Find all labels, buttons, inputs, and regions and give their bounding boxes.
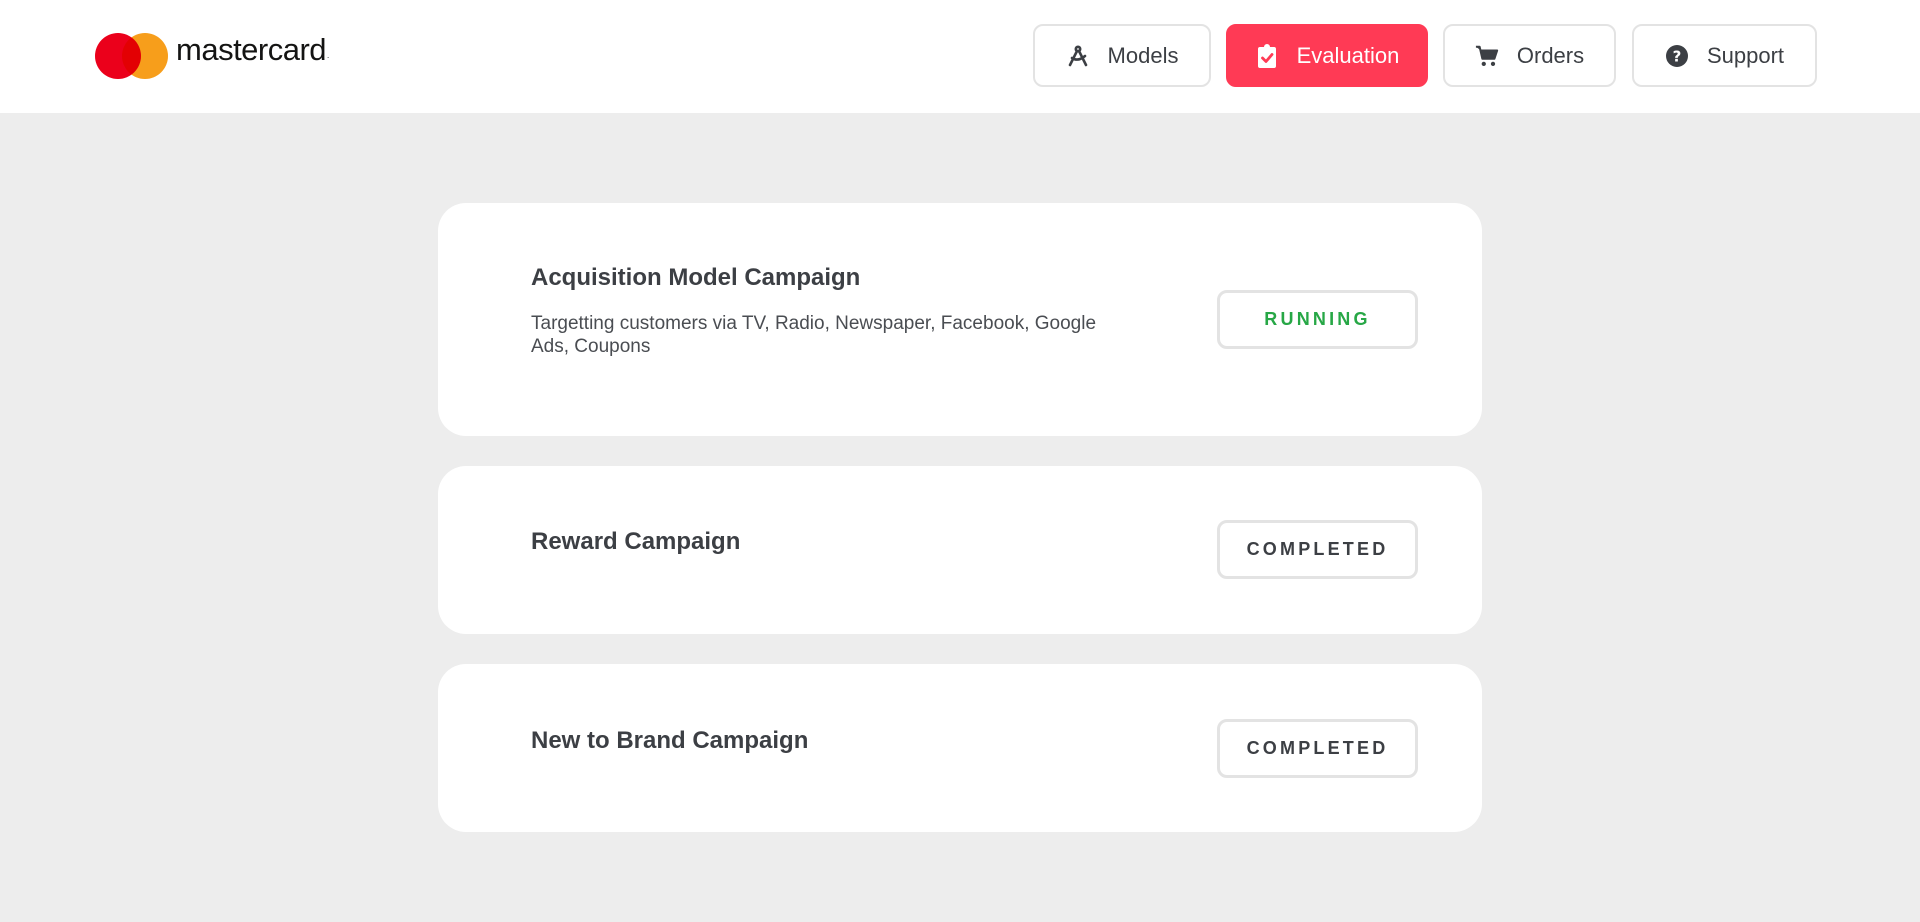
- mastercard-logo[interactable]: mastercard.: [95, 32, 329, 79]
- campaign-title: New to Brand Campaign: [531, 727, 809, 754]
- nav-orders-button[interactable]: Orders: [1443, 24, 1616, 87]
- nav-evaluation-label: Evaluation: [1296, 42, 1400, 68]
- status-badge-running[interactable]: RUNNING: [1217, 290, 1418, 349]
- clipboard-check-icon: [1255, 43, 1279, 68]
- nav-models-button[interactable]: Models: [1033, 24, 1211, 87]
- nav-support-button[interactable]: ? Support: [1632, 24, 1817, 87]
- campaign-card[interactable]: Acquisition Model Campaign Targetting cu…: [438, 203, 1482, 436]
- status-badge-completed[interactable]: COMPLETED: [1217, 719, 1418, 778]
- nav-models-label: Models: [1107, 42, 1179, 68]
- campaign-title: Reward Campaign: [531, 528, 741, 555]
- top-header: mastercard. Models Evaluation Orders ? S…: [0, 0, 1920, 113]
- drafting-compass-icon: [1066, 44, 1090, 68]
- nav-orders-label: Orders: [1516, 42, 1585, 68]
- status-badge-completed[interactable]: COMPLETED: [1217, 520, 1418, 579]
- mastercard-circles-icon: [95, 33, 168, 79]
- brand-name: mastercard.: [176, 32, 329, 67]
- shopping-cart-icon: [1475, 44, 1499, 68]
- svg-text:?: ?: [1673, 47, 1682, 65]
- nav-support-label: Support: [1706, 42, 1785, 68]
- question-circle-icon: ?: [1665, 44, 1689, 68]
- campaign-card[interactable]: New to Brand Campaign COMPLETED: [438, 664, 1482, 832]
- campaign-title: Acquisition Model Campaign: [531, 264, 861, 291]
- campaign-description: Targetting customers via TV, Radio, News…: [531, 313, 1097, 357]
- campaign-card[interactable]: Reward Campaign COMPLETED: [438, 466, 1482, 634]
- nav-evaluation-button[interactable]: Evaluation: [1226, 24, 1428, 87]
